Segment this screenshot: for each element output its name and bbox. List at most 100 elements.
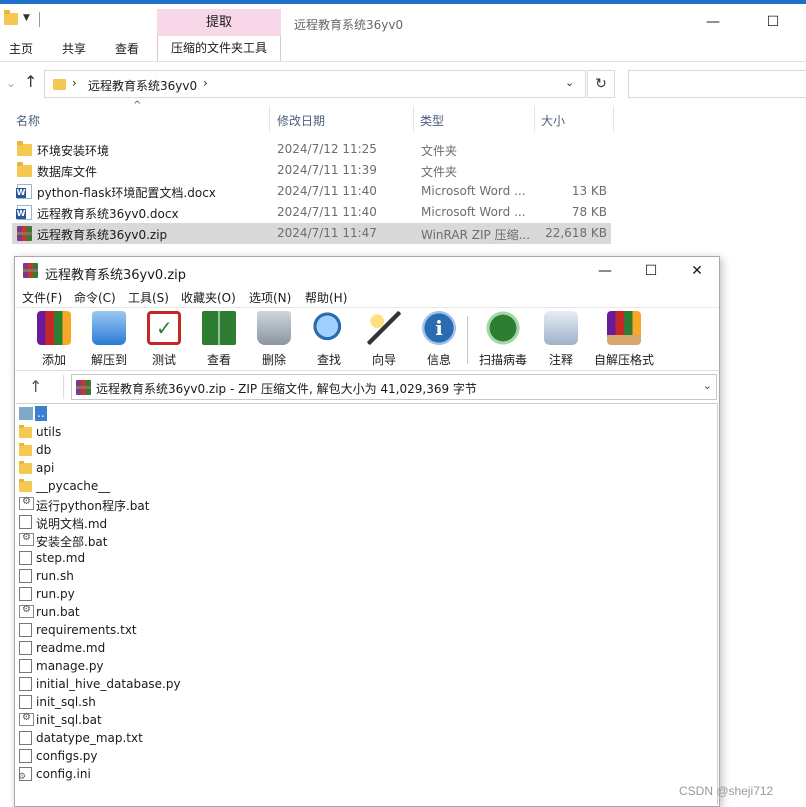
list-item[interactable]: run.bat	[19, 603, 419, 621]
scan-virus-button[interactable]: 扫描病毒	[478, 311, 528, 369]
list-item[interactable]: manage.py	[19, 657, 419, 675]
archive-path-text: 远程教育系统36yv0.zip - ZIP 压缩文件, 解包大小为 41,029…	[96, 382, 477, 396]
address-path[interactable]: 远程教育系统36yv0	[88, 77, 197, 94]
toolbar-label: 查看	[206, 353, 231, 367]
file-type: 文件夹	[421, 144, 458, 158]
quick-access-dropdown-icon[interactable]: ▼	[23, 13, 30, 23]
archive-file-list[interactable]: .. utils db api __pycache__ 运行python程序.b…	[16, 403, 718, 805]
test-icon	[147, 311, 181, 345]
file-icon	[19, 515, 32, 529]
find-icon	[312, 311, 346, 345]
item-name: configs.py	[36, 749, 98, 763]
menu-commands[interactable]: 命令(C)	[74, 289, 116, 306]
minimize-button[interactable]: —	[585, 259, 625, 283]
list-item[interactable]: 说明文档.md	[19, 513, 419, 531]
list-item[interactable]: readme.md	[19, 639, 419, 657]
delete-button[interactable]: 删除	[249, 311, 299, 369]
item-name: 安装全部.bat	[36, 535, 108, 549]
menu-file[interactable]: 文件(F)	[22, 289, 62, 306]
folder-icon[interactable]	[4, 10, 18, 25]
divider	[269, 106, 270, 132]
menu-help[interactable]: 帮助(H)	[305, 289, 347, 306]
column-header-size[interactable]: 大小	[541, 112, 565, 129]
chevron-down-icon[interactable]: ⌄	[6, 76, 16, 90]
list-item[interactable]: __pycache__	[19, 477, 419, 495]
extract-to-button[interactable]: 解压到	[84, 311, 134, 369]
file-row[interactable]: 数据库文件 2024/7/11 11:39 文件夹	[12, 160, 611, 181]
close-button[interactable]: ✕	[677, 259, 717, 283]
file-row[interactable]: 远程教育系统36yv0.docx 2024/7/11 11:40 Microso…	[12, 202, 611, 223]
list-item[interactable]: init_sql.bat	[19, 711, 419, 729]
list-item[interactable]: config.ini	[18, 765, 419, 783]
column-header-date[interactable]: 修改日期	[277, 112, 325, 129]
chevron-right-icon[interactable]: ›	[203, 76, 208, 90]
item-name: readme.md	[36, 641, 106, 655]
toolbar-label: 信息	[426, 353, 451, 367]
minimize-button[interactable]: —	[690, 10, 736, 36]
column-header-type[interactable]: 类型	[420, 112, 444, 129]
list-item[interactable]: run.sh	[19, 567, 419, 585]
sfx-icon	[607, 311, 641, 345]
file-name: python-flask环境配置文档.docx	[37, 186, 216, 200]
list-item[interactable]: requirements.txt	[19, 621, 419, 639]
file-row[interactable]: python-flask环境配置文档.docx 2024/7/11 11:40 …	[12, 181, 611, 202]
menu-options[interactable]: 选项(N)	[249, 289, 291, 306]
refresh-button[interactable]: ↻	[587, 70, 615, 98]
info-icon	[422, 311, 456, 345]
list-item[interactable]: db	[19, 441, 419, 459]
archive-path-box[interactable]: 远程教育系统36yv0.zip - ZIP 压缩文件, 解包大小为 41,029…	[71, 374, 717, 400]
item-name: init_sql.bat	[36, 713, 102, 727]
chevron-down-icon[interactable]: ⌄	[565, 76, 574, 89]
scan-virus-icon	[486, 311, 520, 345]
list-item[interactable]: api	[19, 459, 419, 477]
wizard-button[interactable]: 向导	[359, 311, 409, 369]
file-row-selected[interactable]: 远程教育系统36yv0.zip 2024/7/11 11:47 WinRAR Z…	[12, 223, 611, 244]
file-row[interactable]: 环境安装环境 2024/7/12 11:25 文件夹	[12, 139, 611, 160]
list-item-parent[interactable]: ..	[19, 405, 419, 423]
list-item[interactable]: datatype_map.txt	[19, 729, 419, 747]
file-date: 2024/7/11 11:39	[277, 163, 377, 177]
item-name: run.py	[36, 587, 75, 601]
view-button[interactable]: 查看	[194, 311, 244, 369]
maximize-button[interactable]: ☐	[631, 259, 671, 283]
tab-share[interactable]: 共享	[62, 40, 86, 57]
info-button[interactable]: 信息	[414, 311, 464, 369]
window-title: 远程教育系统36yv0	[294, 18, 404, 32]
toolbar-label: 删除	[261, 353, 286, 367]
add-button[interactable]: 添加	[29, 311, 79, 369]
comment-button[interactable]: 注释	[536, 311, 586, 369]
chevron-right-icon[interactable]: ›	[72, 76, 77, 90]
list-item[interactable]: utils	[19, 423, 419, 441]
item-name: __pycache__	[36, 479, 111, 493]
list-item[interactable]: initial_hive_database.py	[19, 675, 419, 693]
file-icon	[19, 731, 32, 745]
tab-compressed-folder-tools[interactable]: 压缩的文件夹工具	[157, 36, 281, 61]
list-item[interactable]: run.py	[19, 585, 419, 603]
item-name: utils	[36, 425, 62, 439]
list-item[interactable]: step.md	[19, 549, 419, 567]
menu-favorites[interactable]: 收藏夹(O)	[181, 289, 236, 306]
list-item[interactable]: 运行python程序.bat	[19, 495, 419, 513]
up-arrow-icon[interactable]: ↑	[29, 377, 42, 396]
folder-icon	[19, 443, 32, 456]
up-arrow-icon[interactable]: ↑	[24, 72, 37, 91]
list-item[interactable]: 安装全部.bat	[19, 531, 419, 549]
maximize-button[interactable]: ☐	[750, 10, 796, 36]
sfx-button[interactable]: 自解压格式	[594, 311, 654, 369]
batch-file-icon	[19, 712, 34, 726]
toolbar-label: 自解压格式	[593, 353, 654, 367]
find-button[interactable]: 查找	[304, 311, 354, 369]
list-item[interactable]: init_sql.sh	[19, 693, 419, 711]
tab-view[interactable]: 查看	[115, 40, 139, 57]
column-header-name[interactable]: 名称	[16, 112, 40, 129]
search-input[interactable]	[628, 70, 806, 98]
menu-tools[interactable]: 工具(S)	[128, 289, 169, 306]
tab-home[interactable]: 主页	[9, 40, 33, 57]
context-tab-header-extract[interactable]: 提取	[157, 9, 281, 39]
test-button[interactable]: 测试	[139, 311, 189, 369]
file-icon	[19, 641, 32, 655]
list-item[interactable]: configs.py	[19, 747, 419, 765]
address-bar[interactable]: › 远程教育系统36yv0 › ⌄	[44, 70, 586, 98]
comment-icon	[544, 311, 578, 345]
chevron-down-icon[interactable]: ⌄	[703, 379, 712, 392]
